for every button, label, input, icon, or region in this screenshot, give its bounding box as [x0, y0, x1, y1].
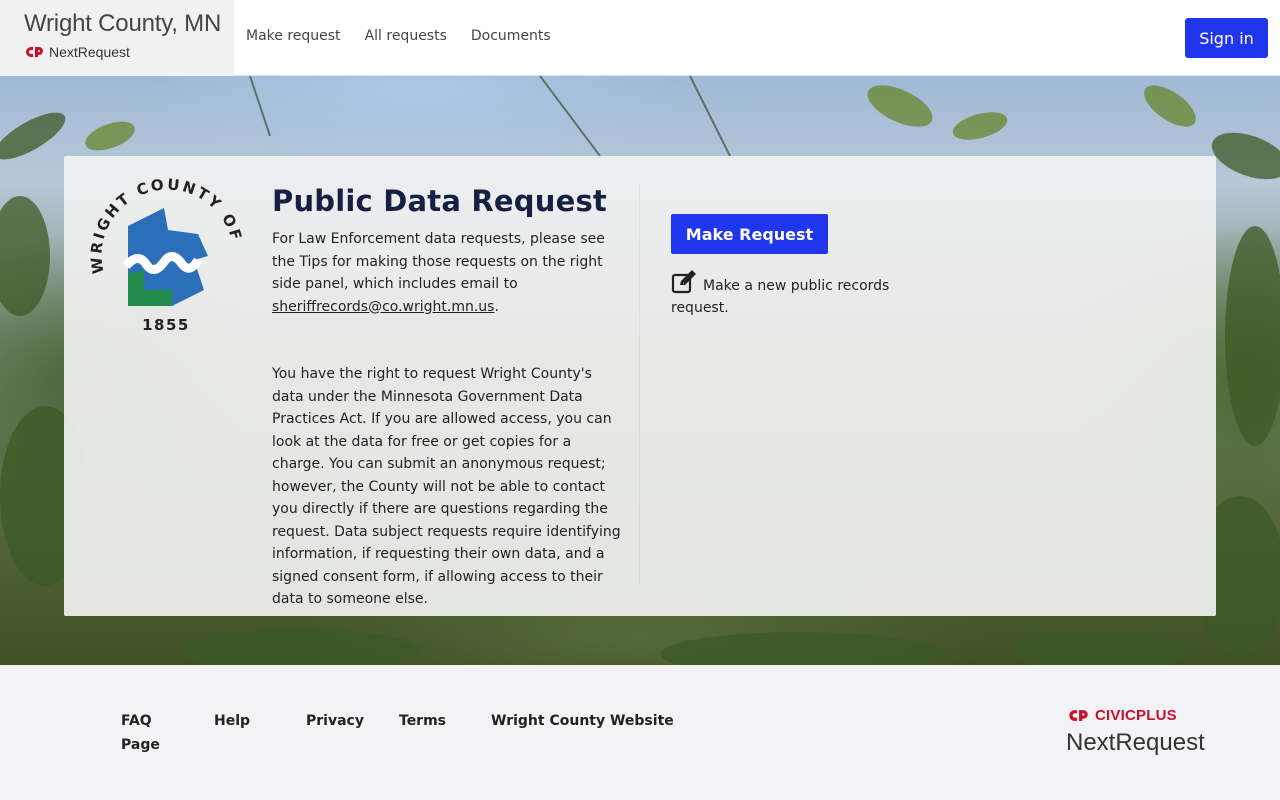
civicplus-logo-icon: [1069, 710, 1088, 721]
nextrequest-brand: NextRequest: [24, 44, 234, 60]
nav-all-requests[interactable]: All requests: [365, 28, 447, 44]
county-seal-logo: WRIGHT COUNTY OF MINNESOTA 1855: [86, 178, 243, 334]
edit-icon: [671, 270, 696, 294]
footer-link-county-website[interactable]: Wright County Website: [491, 709, 674, 733]
request-panel: WRIGHT COUNTY OF MINNESOTA 1855 Public D…: [64, 156, 1216, 616]
footer-nextrequest-logo: NextRequest: [1066, 729, 1205, 756]
footer-link-privacy[interactable]: Privacy: [306, 709, 364, 733]
civicplus-brand: CIVICPLUS: [1067, 707, 1177, 724]
footer-link-help[interactable]: Help: [214, 709, 250, 733]
sign-in-button[interactable]: Sign in: [1185, 18, 1268, 58]
nav-documents[interactable]: Documents: [471, 28, 551, 44]
page-title: Public Data Request: [272, 184, 607, 218]
intro-end: .: [494, 298, 499, 315]
action-column: Make Request Make a new public records r…: [671, 214, 911, 319]
intro-column: Public Data Request For Law Enforcement …: [272, 184, 624, 611]
brand-block[interactable]: Wright County, MN NextRequest: [0, 0, 234, 76]
hero-background: WRIGHT COUNTY OF MINNESOTA 1855 Public D…: [0, 76, 1280, 665]
nav-make-request[interactable]: Make request: [246, 28, 341, 44]
page-footer: FAQ Page Help Privacy Terms Wright Count…: [0, 665, 1280, 800]
make-request-desc-text: Make a new public records request.: [671, 278, 890, 316]
org-title: Wright County, MN: [24, 9, 222, 37]
intro-text: For Law Enforcement data requests, pleas…: [272, 231, 605, 292]
main-nav: Make request All requests Documents: [246, 28, 551, 44]
sheriff-email-link[interactable]: sheriffrecords@co.wright.mn.us: [272, 299, 494, 315]
seal-year: 1855: [142, 316, 190, 334]
law-enforcement-note: For Law Enforcement data requests, pleas…: [272, 228, 624, 318]
make-request-description: Make a new public records request.: [671, 270, 911, 319]
civicplus-text: CIVICPLUS: [1095, 707, 1177, 724]
footer-link-faq[interactable]: FAQ Page: [121, 709, 161, 757]
footer-link-terms[interactable]: Terms: [399, 709, 446, 733]
make-request-button[interactable]: Make Request: [671, 214, 828, 254]
top-header: Wright County, MN NextRequest Make reque…: [0, 0, 1280, 76]
brand-name: NextRequest: [49, 43, 130, 60]
civicplus-logo-icon: [26, 46, 43, 57]
column-divider: [639, 184, 640, 584]
data-rights-text: You have the right to request Wright Cou…: [272, 366, 621, 607]
